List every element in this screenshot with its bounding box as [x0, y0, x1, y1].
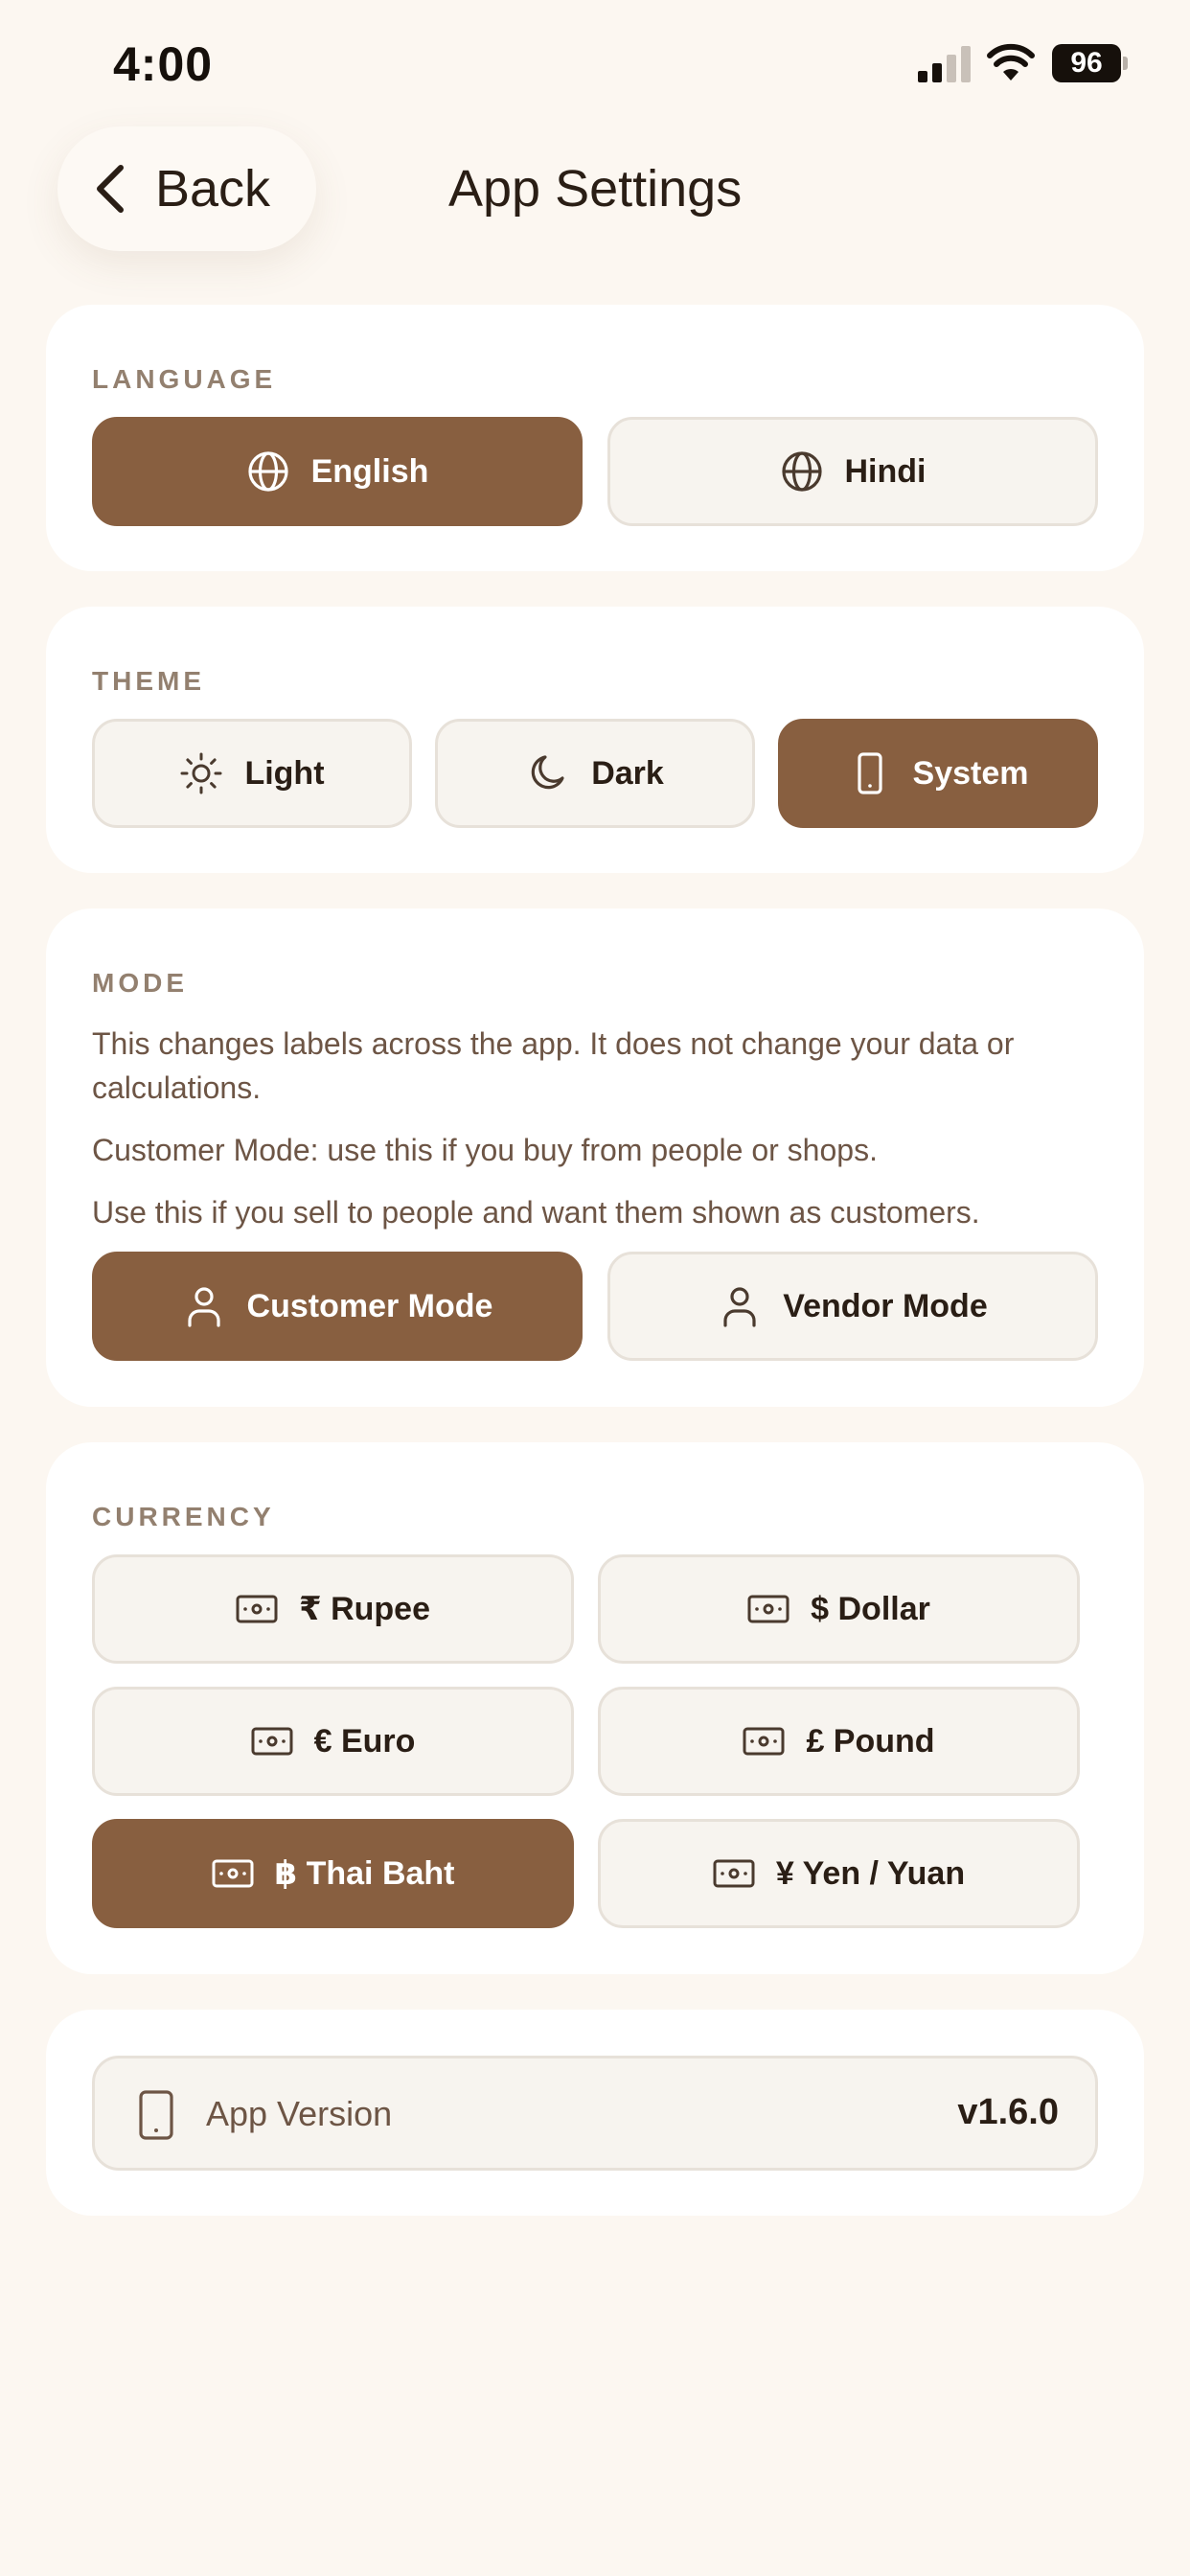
currency-option-thai-baht[interactable]: ฿ Thai Baht: [92, 1819, 574, 1928]
cash-icon: [236, 1595, 278, 1623]
globe-icon: [781, 451, 822, 492]
status-bar: 4:00 96: [0, 0, 1190, 125]
currency-option-label: ฿ Thai Baht: [274, 1855, 455, 1892]
battery-cap: [1123, 57, 1128, 70]
currency-option-yen-yuan[interactable]: ¥ Yen / Yuan: [598, 1819, 1080, 1928]
battery-indicator: 96: [1052, 44, 1129, 82]
currency-option-label: ₹ Rupee: [298, 1591, 430, 1627]
currency-option-dollar[interactable]: $ Dollar: [598, 1554, 1080, 1664]
battery-level: 96: [1052, 44, 1121, 82]
currency-section-label: CURRENCY: [92, 1502, 275, 1531]
cellular-signal-icon: [918, 46, 971, 82]
theme-option-label: Dark: [591, 754, 664, 792]
settings-screen: 4:00 96 Back App Settings LANGUAGE Engli…: [0, 0, 1190, 2576]
currency-option-label: $ Dollar: [811, 1590, 930, 1627]
theme-option-light[interactable]: Light: [92, 719, 412, 828]
phone-icon: [857, 752, 882, 794]
globe-icon: [247, 451, 288, 492]
wifi-icon: [987, 43, 1035, 80]
app-version-label: App Version: [206, 2094, 393, 2133]
theme-section-label: THEME: [92, 666, 205, 696]
currency-option-label: ¥ Yen / Yuan: [775, 1854, 966, 1892]
sun-icon: [180, 752, 222, 794]
theme-option-label: System: [912, 754, 1029, 792]
language-option-english[interactable]: English: [92, 417, 583, 526]
chevron-left-icon: [97, 165, 124, 213]
language-card: LANGUAGE English Hindi: [46, 305, 1144, 571]
currency-option-label: € Euro: [313, 1722, 416, 1760]
vendor-mode-help: Use this if you sell to people and want …: [92, 1195, 980, 1230]
theme-option-label: Light: [244, 754, 325, 792]
back-label: Back: [155, 160, 271, 218]
status-time: 4:00: [113, 37, 214, 91]
mode-option-label: Customer Mode: [246, 1287, 493, 1324]
phone-icon: [139, 2090, 173, 2140]
cash-icon: [713, 1859, 755, 1888]
cash-icon: [212, 1859, 253, 1888]
page-title: App Settings: [448, 160, 743, 218]
language-option-label: English: [310, 452, 429, 490]
cash-icon: [251, 1727, 293, 1756]
cash-icon: [743, 1727, 785, 1756]
app-version-card: App Version v1.6.0: [46, 2010, 1144, 2216]
app-version-value: v1.6.0: [957, 2092, 1059, 2132]
language-option-label: Hindi: [844, 452, 927, 490]
mode-option-label: Vendor Mode: [783, 1287, 988, 1324]
language-option-hindi[interactable]: Hindi: [607, 417, 1098, 526]
currency-option-label: £ Pound: [806, 1722, 935, 1760]
currency-option-euro[interactable]: € Euro: [92, 1687, 574, 1796]
cash-icon: [747, 1595, 790, 1623]
language-section-label: LANGUAGE: [92, 364, 277, 394]
theme-card: THEME Light Dark System: [46, 607, 1144, 873]
customer-mode-help: Customer Mode: use this if you buy from …: [92, 1133, 878, 1167]
theme-option-system[interactable]: System: [778, 719, 1098, 828]
moon-icon: [531, 755, 564, 790]
mode-option-customer[interactable]: Customer Mode: [92, 1252, 583, 1361]
currency-option-pound[interactable]: £ Pound: [598, 1687, 1080, 1796]
mode-option-vendor[interactable]: Vendor Mode: [607, 1252, 1098, 1361]
currency-option-rupee[interactable]: ₹ Rupee: [92, 1554, 574, 1664]
theme-option-dark[interactable]: Dark: [435, 719, 755, 828]
mode-description: This changes labels across the app. It d…: [92, 1026, 1015, 1105]
mode-section-label: MODE: [92, 968, 188, 998]
mode-card: MODE This changes labels across the app.…: [46, 908, 1144, 1407]
user-icon: [723, 1287, 756, 1327]
user-icon: [187, 1287, 220, 1327]
back-button[interactable]: Back: [57, 126, 316, 251]
currency-card: CURRENCY ₹ Rupee $ Dollar € Euro £ Pound…: [46, 1442, 1144, 1974]
app-version-row: App Version v1.6.0: [92, 2056, 1098, 2171]
